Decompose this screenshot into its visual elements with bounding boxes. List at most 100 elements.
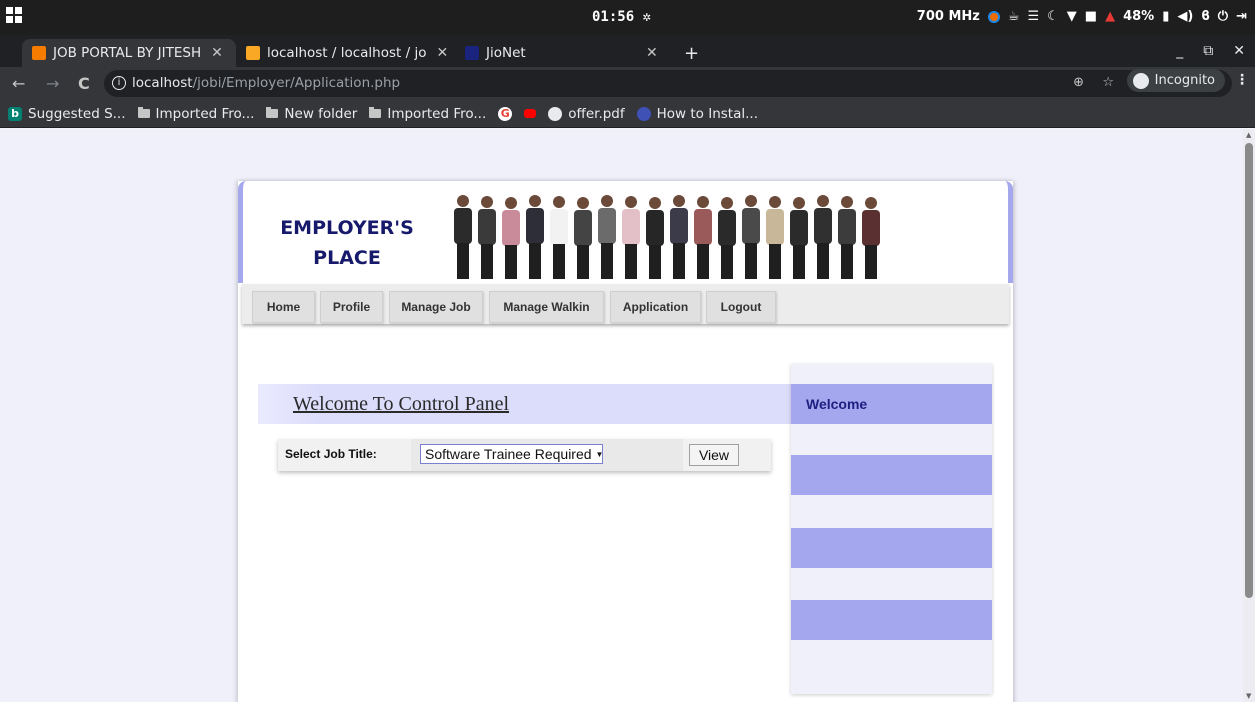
nav-manage-walkin[interactable]: Manage Walkin	[489, 291, 604, 323]
person-head	[601, 195, 613, 207]
nav-logout[interactable]: Logout	[706, 291, 776, 323]
person-head	[793, 197, 805, 209]
person-legs	[697, 244, 709, 279]
close-tab-icon[interactable]: ✕	[436, 45, 448, 61]
job-title-select[interactable]: Software Trainee Required ▼	[420, 444, 603, 464]
address-bar[interactable]: i localhost/jobi/Employer/Application.ph…	[104, 70, 1232, 97]
nav-manage-job[interactable]: Manage Job	[389, 291, 483, 323]
tab-title: JOB PORTAL BY JITESH	[53, 45, 202, 61]
page-title[interactable]: Welcome To Control Panel	[293, 393, 509, 416]
tab-jionet[interactable]: JioNet ✕	[455, 39, 675, 67]
power-icon[interactable]: ⏻	[1218, 9, 1228, 24]
window-controls: _ ⧉ ✕	[1176, 43, 1245, 59]
person-head	[817, 195, 829, 207]
chrome-tray-icon[interactable]	[987, 10, 1000, 23]
person-legs	[505, 245, 517, 279]
battery-level: 48%	[1123, 9, 1155, 24]
restore-icon[interactable]: ⧉	[1203, 43, 1213, 59]
bookmark-imported-1[interactable]: Imported Fro...	[137, 106, 254, 122]
close-tab-icon[interactable]: ✕	[211, 45, 223, 61]
sidebar-block	[791, 455, 992, 495]
scroll-up-arrow-icon[interactable]: ▲	[1246, 131, 1251, 139]
incognito-icon	[1132, 72, 1149, 89]
phpmyadmin-favicon-icon	[246, 46, 260, 60]
person-head	[673, 195, 685, 207]
url-text[interactable]: localhost/jobi/Employer/Application.php	[132, 75, 400, 91]
bookmark-youtube[interactable]	[524, 109, 537, 118]
person-head	[481, 196, 493, 208]
new-tab-plus-icon[interactable]: +	[684, 43, 699, 64]
clock[interactable]: 01:56 ✲	[592, 9, 651, 25]
person-legs	[841, 244, 853, 279]
notification-bell-icon[interactable]: ▲	[1105, 9, 1115, 24]
scroll-down-arrow-icon[interactable]: ▼	[1246, 692, 1251, 700]
folder-tray-icon[interactable]: ■	[1085, 9, 1097, 24]
person-body	[550, 209, 568, 245]
folder-icon	[137, 107, 150, 118]
coffee-icon[interactable]: ☕	[1008, 9, 1020, 24]
minimize-icon[interactable]: _	[1176, 43, 1183, 59]
bluetooth-icon[interactable]: ϐ	[1201, 9, 1209, 24]
bookmark-imported-2[interactable]: Imported Fro...	[369, 106, 486, 122]
volume-icon[interactable]: ◀)	[1177, 9, 1193, 24]
employer-banner: EMPLOYER'S PLACE	[238, 181, 1013, 283]
site-info-icon[interactable]: i	[112, 76, 126, 90]
bookmark-star-icon[interactable]: ☆	[1102, 75, 1114, 90]
nav-profile[interactable]: Profile	[320, 291, 383, 323]
os-top-bar: 01:56 ✲ 700 MHz ☕ ☰ ☾ ▼ ■ ▲ 48% ▮ ◀) ϐ ⏻…	[0, 0, 1255, 35]
person-head	[841, 196, 853, 208]
person-legs	[457, 243, 469, 279]
tab-job-portal[interactable]: JOB PORTAL BY JITESH ✕	[22, 39, 236, 67]
google-icon: G	[498, 106, 513, 121]
person-legs	[865, 245, 877, 279]
person-head	[553, 196, 565, 208]
incognito-badge[interactable]: Incognito	[1126, 69, 1225, 92]
person-head	[721, 197, 733, 209]
reload-icon[interactable]: C	[78, 74, 90, 93]
wifi-icon[interactable]: ▼	[1067, 9, 1077, 24]
globe-icon	[548, 106, 563, 121]
close-tab-icon[interactable]: ✕	[646, 45, 658, 61]
battery-icon: ▮	[1162, 9, 1170, 24]
back-arrow-icon[interactable]: ←	[12, 74, 25, 93]
person-body	[622, 209, 640, 245]
sidebar-block	[791, 600, 992, 640]
app-grid-icon[interactable]	[6, 7, 22, 23]
view-button[interactable]: View	[689, 444, 739, 466]
close-window-icon[interactable]: ✕	[1233, 43, 1245, 59]
bookmark-google[interactable]: G	[498, 106, 513, 121]
blue-dot-icon	[636, 106, 651, 121]
person-body	[718, 210, 736, 246]
logout-icon[interactable]: ⇥	[1236, 9, 1247, 24]
nav-application[interactable]: Application	[610, 291, 701, 323]
person-legs	[649, 245, 661, 279]
person-legs	[553, 244, 565, 279]
tab-phpmyadmin[interactable]: localhost / localhost / jo ✕	[236, 39, 452, 67]
menu-icon[interactable]: ☰	[1027, 9, 1039, 24]
bookmark-suggested[interactable]: b Suggested S...	[8, 106, 126, 122]
person-legs	[673, 243, 685, 279]
bookmark-how-to-install[interactable]: How to Instal...	[636, 106, 758, 122]
person-legs	[793, 245, 805, 279]
bookmark-new-folder[interactable]: New folder	[266, 106, 357, 122]
page-scrollbar[interactable]: ▲ ▼	[1243, 129, 1255, 702]
person-body	[454, 208, 472, 244]
zoom-icon[interactable]: ⊕	[1073, 75, 1084, 90]
sidebar-welcome-label: Welcome	[806, 396, 868, 412]
scrollbar-thumb[interactable]	[1245, 143, 1253, 598]
nav-home[interactable]: Home	[252, 291, 315, 323]
bookmark-offer-pdf[interactable]: offer.pdf	[548, 106, 625, 122]
person-legs	[721, 245, 733, 279]
banner-title-line2: PLACE	[313, 247, 381, 269]
browser-toolbar: ← → C i localhost/jobi/Employer/Applicat…	[0, 67, 1255, 100]
browser-tab-strip: JOB PORTAL BY JITESH ✕ localhost / local…	[0, 35, 1255, 67]
person-head	[769, 196, 781, 208]
person-head	[697, 196, 709, 208]
browser-menu-icon[interactable]: ⋮	[1235, 72, 1249, 88]
person-body	[574, 210, 592, 246]
banner-title-line1: EMPLOYER'S	[280, 217, 414, 239]
night-mode-icon[interactable]: ☾	[1047, 9, 1059, 24]
person-head	[625, 196, 637, 208]
forward-arrow-icon[interactable]: →	[46, 74, 59, 93]
person-body	[790, 210, 808, 246]
